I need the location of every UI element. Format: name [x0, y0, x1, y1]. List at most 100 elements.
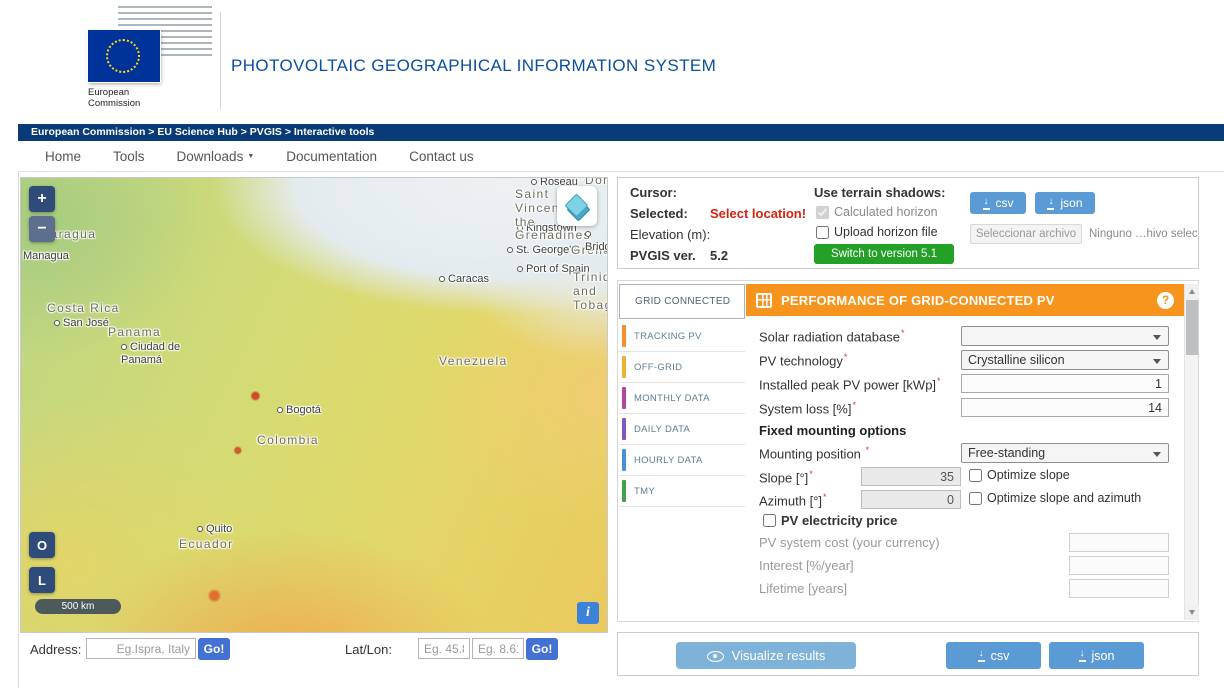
peak-power-label: Installed peak PV power [kWp]* — [759, 376, 941, 393]
nav-tools[interactable]: Tools — [113, 149, 145, 164]
version-label: PVGIS ver. — [630, 248, 696, 263]
lat-input[interactable] — [418, 638, 470, 659]
download-icon: ↓ — [1078, 649, 1086, 662]
nav-home[interactable]: Home — [45, 149, 81, 164]
map-label: Managua — [23, 250, 69, 262]
calculated-horizon-row: Calculated horizon — [816, 205, 938, 219]
tab-tmy[interactable]: TMY — [619, 476, 745, 507]
nav-contact[interactable]: Contact us — [409, 149, 474, 164]
map-label: San José — [54, 317, 109, 330]
pv-tech-value: Crystalline silicon — [968, 353, 1065, 367]
tab-color-bar — [622, 449, 626, 471]
visualize-results-button[interactable]: Visualize results — [676, 642, 856, 669]
system-loss-label: System loss [%]* — [759, 400, 856, 417]
form-scrollbar[interactable] — [1184, 284, 1199, 620]
eu-stars-icon — [106, 39, 140, 73]
footer-json-button[interactable]: ↓ json — [1049, 642, 1144, 669]
tab-color-bar — [622, 387, 626, 409]
nav-downloads[interactable]: Downloads ▼ — [177, 149, 255, 164]
address-label: Address: — [30, 642, 82, 657]
zoom-out-button[interactable]: − — [29, 216, 55, 242]
map-label: Caracas — [439, 273, 489, 286]
layers-control[interactable] — [557, 186, 597, 226]
tab-monthly-data[interactable]: MONTHLY DATA — [619, 383, 745, 414]
tab-grid-connected[interactable]: GRID CONNECTED — [619, 284, 745, 319]
header: European Commission PHOTOVOLTAIC GEOGRAP… — [18, 0, 1224, 124]
download-icon: ↓ — [982, 196, 990, 210]
lifetime-input[interactable] — [1069, 579, 1169, 598]
tab-label: OFF-GRID — [634, 361, 683, 373]
upload-horizon-checkbox[interactable] — [816, 225, 829, 239]
tab-hourly-data[interactable]: HOURLY DATA — [619, 445, 745, 476]
main-nav: Home Tools Downloads ▼ Documentation Cont… — [18, 141, 1224, 172]
map-label: Colombia — [257, 433, 319, 447]
system-loss-input[interactable] — [961, 398, 1169, 417]
nav-documentation[interactable]: Documentation — [286, 149, 377, 164]
address-go-button[interactable]: Go! — [198, 638, 230, 660]
azimuth-input[interactable] — [861, 490, 961, 509]
json-download-button[interactable]: ↓ json — [1035, 192, 1095, 214]
table-icon — [756, 292, 772, 308]
system-cost-label: PV system cost (your currency) — [759, 535, 940, 550]
tab-label: MONTHLY DATA — [634, 392, 710, 404]
elevation-label: Elevation (m): — [630, 227, 711, 242]
tab-color-bar — [622, 480, 626, 502]
system-cost-input[interactable] — [1069, 533, 1169, 552]
eu-flag-logo[interactable] — [88, 30, 160, 82]
calculated-horizon-label: Calculated horizon — [834, 205, 938, 219]
help-icon[interactable]: ? — [1157, 291, 1174, 309]
lon-input[interactable] — [472, 638, 524, 659]
pvgis-app: European Commission PHOTOVOLTAIC GEOGRAP… — [0, 0, 1224, 688]
slope-input[interactable] — [861, 467, 961, 486]
optimize-slope-row: Optimize slope — [969, 468, 1070, 482]
interest-label: Interest [%/year] — [759, 558, 854, 573]
form-title: PERFORMANCE OF GRID-CONNECTED PV — [781, 292, 1055, 308]
header-divider — [220, 12, 221, 110]
footer-json-label: json — [1091, 648, 1115, 663]
pv-price-label: PV electricity price — [781, 513, 898, 528]
peak-power-input[interactable] — [961, 374, 1169, 393]
json-button-label: json — [1060, 196, 1083, 210]
upload-horizon-label: Upload horizon file — [834, 225, 938, 239]
pv-technology-select[interactable]: Crystalline silicon — [961, 350, 1169, 370]
tab-color-bar — [622, 418, 626, 440]
map-label: Quito — [197, 523, 232, 536]
latlon-go-button[interactable]: Go! — [526, 638, 558, 660]
optimize-both-checkbox[interactable] — [969, 491, 982, 505]
labels-toggle-button[interactable]: L — [29, 567, 55, 593]
solar-database-select[interactable] — [961, 326, 1169, 346]
address-input[interactable] — [86, 638, 196, 659]
azimuth-label: Azimuth [°]* — [759, 492, 827, 509]
info-button[interactable]: i — [577, 602, 599, 624]
csv-download-button[interactable]: ↓ csv — [970, 192, 1026, 214]
tab-tracking-pv[interactable]: TRACKING PV — [619, 321, 745, 352]
breadcrumb[interactable]: European Commission > EU Science Hub > P… — [18, 124, 1224, 141]
interest-input[interactable] — [1069, 556, 1169, 575]
optimize-slope-checkbox[interactable] — [969, 468, 982, 482]
ec-logo-text: European Commission — [88, 87, 141, 110]
mounting-position-select[interactable]: Free-standing — [961, 443, 1169, 463]
footer-csv-button[interactable]: ↓ csv — [946, 642, 1041, 669]
scrollbar-thumb[interactable] — [1186, 300, 1198, 355]
optimize-both-label: Optimize slope and azimuth — [987, 491, 1142, 505]
lifetime-label: Lifetime [years] — [759, 581, 848, 596]
file-select-button[interactable]: Seleccionar archivo — [970, 224, 1082, 244]
map[interactable]: Nicaragua Managua Costa Rica San José Pa… — [20, 177, 608, 633]
selected-label: Selected: — [630, 206, 688, 221]
map-label: Venezuela — [439, 354, 508, 368]
switch-version-button[interactable]: Switch to version 5.1 — [814, 244, 954, 264]
overlay-toggle-button[interactable]: O — [29, 532, 55, 558]
pv-price-checkbox[interactable] — [763, 514, 776, 527]
map-label: Bridgetown — [585, 228, 607, 253]
tab-daily-data[interactable]: DAILY DATA — [619, 414, 745, 445]
footer-csv-label: csv — [990, 648, 1010, 663]
scroll-up-button[interactable] — [1185, 284, 1199, 299]
calculated-horizon-checkbox[interactable] — [816, 205, 829, 219]
zoom-in-button[interactable]: + — [29, 186, 55, 212]
tab-off-grid[interactable]: OFF-GRID — [619, 352, 745, 383]
upload-horizon-row: Upload horizon file — [816, 225, 938, 239]
form-header: PERFORMANCE OF GRID-CONNECTED PV ? — [746, 284, 1184, 316]
slope-label: Slope [°]* — [759, 469, 813, 486]
scroll-down-button[interactable] — [1185, 605, 1199, 620]
chevron-down-icon: ▼ — [247, 153, 255, 161]
